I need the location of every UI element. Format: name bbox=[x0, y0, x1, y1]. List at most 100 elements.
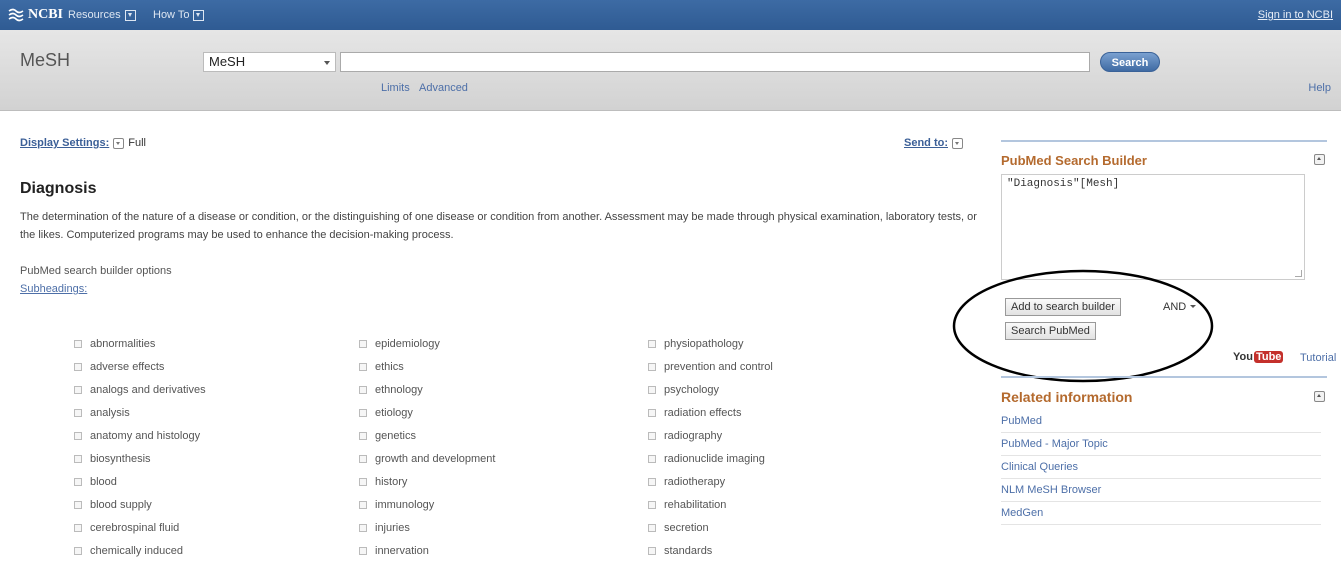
related-link-medgen[interactable]: MedGen bbox=[1001, 502, 1321, 525]
subheading-label: chemically induced bbox=[90, 544, 183, 557]
subheading-item[interactable]: abnormalities bbox=[74, 332, 206, 355]
subheading-item[interactable]: prevention and control bbox=[648, 355, 773, 378]
checkbox[interactable] bbox=[74, 362, 82, 371]
subheading-item[interactable]: radiography bbox=[648, 424, 773, 447]
related-link-pubmed[interactable]: PubMed bbox=[1001, 410, 1321, 433]
operator-select[interactable]: AND bbox=[1159, 298, 1199, 316]
related-link-clinical-queries[interactable]: Clinical Queries bbox=[1001, 456, 1321, 479]
checkbox[interactable] bbox=[648, 431, 656, 440]
howto-menu[interactable]: How To bbox=[153, 9, 205, 21]
subheading-item[interactable]: immunology bbox=[359, 493, 495, 516]
checkbox[interactable] bbox=[359, 523, 367, 532]
subheading-item[interactable]: innervation bbox=[359, 539, 495, 562]
subheading-label: biosynthesis bbox=[90, 452, 151, 465]
subheading-item[interactable]: radiotherapy bbox=[648, 470, 773, 493]
checkbox[interactable] bbox=[648, 339, 656, 348]
send-to[interactable]: Send to: bbox=[904, 137, 967, 149]
collapse-icon[interactable] bbox=[1314, 154, 1325, 165]
checkbox[interactable] bbox=[74, 500, 82, 509]
checkbox[interactable] bbox=[648, 408, 656, 417]
subheading-label: blood bbox=[90, 475, 117, 488]
resources-menu[interactable]: Resources bbox=[68, 9, 136, 21]
youtube-logo[interactable]: You Tube bbox=[1233, 351, 1284, 363]
checkbox[interactable] bbox=[74, 431, 82, 440]
subheading-item[interactable]: ethnology bbox=[359, 378, 495, 401]
subheading-item[interactable]: epidemiology bbox=[359, 332, 495, 355]
checkbox[interactable] bbox=[74, 454, 82, 463]
checkbox[interactable] bbox=[359, 362, 367, 371]
checkbox[interactable] bbox=[648, 385, 656, 394]
resize-grip-icon[interactable] bbox=[1295, 270, 1302, 277]
subheading-item[interactable]: genetics bbox=[359, 424, 495, 447]
subheading-item[interactable]: blood supply bbox=[74, 493, 206, 516]
subheading-item[interactable]: radionuclide imaging bbox=[648, 447, 773, 470]
checkbox[interactable] bbox=[359, 408, 367, 417]
subheadings-link[interactable]: Subheadings: bbox=[20, 283, 87, 295]
related-link-nlm-mesh-browser[interactable]: NLM MeSH Browser bbox=[1001, 479, 1321, 502]
subheading-item[interactable]: injuries bbox=[359, 516, 495, 539]
checkbox[interactable] bbox=[359, 454, 367, 463]
ncbi-logo-text: NCBI bbox=[28, 7, 64, 22]
subheading-label: adverse effects bbox=[90, 360, 165, 373]
checkbox[interactable] bbox=[359, 500, 367, 509]
sign-in-link[interactable]: Sign in to NCBI bbox=[1258, 9, 1333, 21]
advanced-link[interactable]: Advanced bbox=[419, 82, 468, 94]
subheading-item[interactable]: cerebrospinal fluid bbox=[74, 516, 206, 539]
related-information-title: Related information bbox=[1001, 389, 1133, 405]
checkbox[interactable] bbox=[648, 362, 656, 371]
search-pubmed-button[interactable]: Search PubMed bbox=[1005, 322, 1096, 340]
subheading-item[interactable]: analogs and derivatives bbox=[74, 378, 206, 401]
subheading-item[interactable]: physiopathology bbox=[648, 332, 773, 355]
subheading-label: history bbox=[375, 475, 408, 488]
subheadings-column-2: epidemiology ethics ethnology etiology g… bbox=[359, 332, 495, 562]
checkbox[interactable] bbox=[74, 339, 82, 348]
subheading-item[interactable]: secretion bbox=[648, 516, 773, 539]
checkbox[interactable] bbox=[648, 523, 656, 532]
subheading-label: rehabilitation bbox=[664, 498, 727, 511]
tutorial-link[interactable]: Tutorial bbox=[1300, 352, 1336, 364]
checkbox[interactable] bbox=[359, 546, 367, 555]
help-link[interactable]: Help bbox=[1308, 82, 1331, 94]
subheading-item[interactable]: radiation effects bbox=[648, 401, 773, 424]
checkbox[interactable] bbox=[74, 546, 82, 555]
subheading-item[interactable]: rehabilitation bbox=[648, 493, 773, 516]
display-settings-label: Display Settings: bbox=[20, 137, 110, 149]
subheading-item[interactable]: ethics bbox=[359, 355, 495, 378]
add-to-search-builder-button[interactable]: Add to search builder bbox=[1005, 298, 1121, 316]
checkbox[interactable] bbox=[74, 523, 82, 532]
display-settings[interactable]: Display Settings: Full bbox=[20, 137, 146, 149]
ncbi-logo[interactable]: NCBI bbox=[8, 6, 63, 24]
checkbox[interactable] bbox=[74, 477, 82, 486]
checkbox[interactable] bbox=[74, 408, 82, 417]
subheading-item[interactable]: chemically induced bbox=[74, 539, 206, 562]
chevron-down-icon bbox=[124, 9, 136, 21]
subheading-item[interactable]: analysis bbox=[74, 401, 206, 424]
checkbox[interactable] bbox=[648, 500, 656, 509]
display-settings-value: Full bbox=[128, 137, 146, 149]
subheading-item[interactable]: blood bbox=[74, 470, 206, 493]
related-link-pubmed-major-topic[interactable]: PubMed - Major Topic bbox=[1001, 433, 1321, 456]
subheading-item[interactable]: history bbox=[359, 470, 495, 493]
limits-link[interactable]: Limits bbox=[381, 82, 410, 94]
subheading-item[interactable]: adverse effects bbox=[74, 355, 206, 378]
checkbox[interactable] bbox=[359, 385, 367, 394]
checkbox[interactable] bbox=[648, 546, 656, 555]
subheading-item[interactable]: anatomy and histology bbox=[74, 424, 206, 447]
search-button[interactable]: Search bbox=[1100, 52, 1160, 72]
subheading-item[interactable]: psychology bbox=[648, 378, 773, 401]
collapse-icon[interactable] bbox=[1314, 391, 1325, 402]
checkbox[interactable] bbox=[648, 477, 656, 486]
database-select[interactable]: MeSH bbox=[203, 52, 336, 72]
chevron-down-icon bbox=[113, 137, 125, 149]
checkbox[interactable] bbox=[74, 385, 82, 394]
subheading-item[interactable]: biosynthesis bbox=[74, 447, 206, 470]
search-builder-textarea[interactable]: "Diagnosis"[Mesh] bbox=[1001, 174, 1305, 280]
checkbox[interactable] bbox=[648, 454, 656, 463]
subheading-item[interactable]: etiology bbox=[359, 401, 495, 424]
subheading-item[interactable]: standards bbox=[648, 539, 773, 562]
search-input[interactable] bbox=[340, 52, 1090, 72]
subheading-item[interactable]: growth and development bbox=[359, 447, 495, 470]
checkbox[interactable] bbox=[359, 431, 367, 440]
checkbox[interactable] bbox=[359, 339, 367, 348]
checkbox[interactable] bbox=[359, 477, 367, 486]
